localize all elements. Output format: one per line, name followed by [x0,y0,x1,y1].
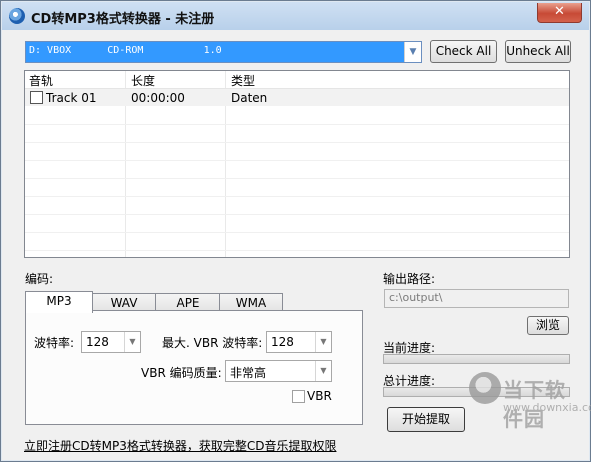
vbr-checkbox[interactable] [292,390,305,403]
vbr-quality-label: VBR 编码质量: [141,366,222,380]
output-path-field[interactable]: c:\output\ [384,289,569,308]
row-divider [25,178,569,179]
bitrate-value: 128 [86,335,109,349]
watermark-logo-icon [469,372,501,404]
max-vbr-value: 128 [271,335,294,349]
row-divider [25,160,569,161]
encoding-label: 编码: [25,272,54,286]
tab-mp3[interactable]: MP3 [25,291,93,313]
row-divider [25,250,569,251]
check-all-button[interactable]: Check All [430,40,497,63]
max-vbr-label: 最大. VBR 波特率: [162,336,263,350]
drive-select[interactable]: D: VBOX CD-ROM 1.0 ▼ [25,41,422,63]
bitrate-label: 波特率: [34,336,75,350]
track-length: 00:00:00 [131,91,185,105]
browse-button[interactable]: 浏览 [527,316,569,335]
start-extract-button[interactable]: 开始提取 [387,407,465,432]
app-window: CD转MP3格式转换器 - 未注册 ✕ D: VBOX CD-ROM 1.0 ▼… [0,0,591,462]
mp3-settings-panel: 波特率: 128 ▼ 最大. VBR 波特率: 128 ▼ VBR 编码质量: … [25,310,363,425]
chevron-down-icon[interactable]: ▼ [124,332,140,352]
bitrate-select[interactable]: 128 ▼ [81,331,141,353]
column-header-length[interactable]: 长度 [131,72,155,89]
row-divider [25,124,569,125]
vbr-quality-select[interactable]: 非常高 ▼ [225,360,332,382]
drive-select-value: D: VBOX CD-ROM 1.0 [29,45,222,56]
row-divider [25,196,569,197]
track-list-header: 音轨 长度 类型 [25,71,569,89]
vbr-checkbox-label: VBR [307,389,332,403]
uncheck-all-button[interactable]: Unheck All [505,40,571,63]
max-vbr-select[interactable]: 128 ▼ [266,331,332,353]
track-list[interactable]: 音轨 长度 类型 Track 01 00:00:00 Daten [24,70,570,258]
row-divider [25,214,569,215]
output-path-value: c:\output\ [389,291,443,304]
current-progress-bar [383,354,570,364]
close-button[interactable]: ✕ [537,3,582,23]
output-path-label: 输出路径: [383,272,436,286]
window-title: CD转MP3格式转换器 - 未注册 [31,12,215,27]
row-divider [25,142,569,143]
column-header-track[interactable]: 音轨 [29,72,53,89]
watermark: 当下软件园 www.downxia.com [469,370,591,431]
title-bar: CD转MP3格式转换器 - 未注册 ✕ [2,2,589,30]
watermark-url: www.downxia.com [503,401,591,414]
column-header-type[interactable]: 类型 [231,72,255,89]
table-row[interactable]: Track 01 00:00:00 Daten [25,89,569,106]
track-checkbox[interactable] [30,91,43,104]
chevron-down-icon[interactable]: ▼ [315,332,331,352]
track-type: Daten [231,91,268,105]
row-divider [25,232,569,233]
chevron-down-icon[interactable]: ▼ [404,42,421,62]
vbr-quality-value: 非常高 [230,366,267,380]
cd-app-icon [9,8,25,24]
track-name: Track 01 [46,91,97,105]
chevron-down-icon[interactable]: ▼ [315,361,331,381]
register-link[interactable]: 立即注册CD转MP3格式转换器，获取完整CD音乐提取权限 [24,437,336,454]
